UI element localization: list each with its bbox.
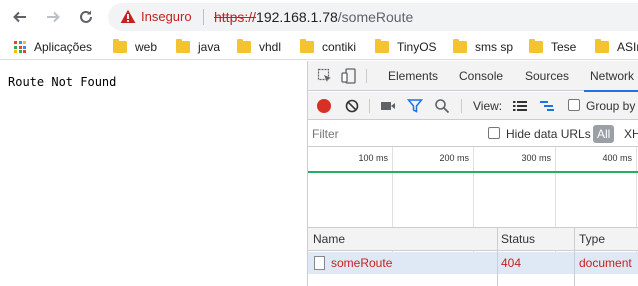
large-rows-icon[interactable]	[512, 98, 528, 114]
toolbar-divider	[461, 99, 462, 113]
folder-icon	[176, 39, 190, 53]
tab-sources[interactable]: Sources	[525, 61, 569, 91]
column-divider	[574, 274, 575, 286]
filter-icon[interactable]	[407, 98, 423, 114]
bookmark-contiki[interactable]: contiki	[300, 39, 356, 55]
bookmark-java[interactable]: java	[176, 39, 220, 55]
bookmark-label: TinyOS	[397, 40, 437, 54]
bookmarks-bar: Aplicações web java vhdl contiki TinyOS …	[0, 34, 638, 60]
reload-button[interactable]	[75, 6, 97, 28]
timeline-activity-bar	[308, 171, 638, 173]
bookmark-label: Aplicações	[34, 40, 93, 54]
reload-icon	[80, 10, 92, 23]
search-icon[interactable]	[434, 98, 450, 114]
timeline-tick-label: 400 ms	[602, 153, 632, 163]
bookmark-label: web	[135, 40, 158, 54]
tab-console[interactable]: Console	[459, 61, 503, 91]
warning-icon[interactable]	[120, 9, 136, 24]
requests-table-empty-area	[308, 274, 638, 286]
forward-button[interactable]	[42, 6, 64, 28]
column-header-type[interactable]: Type	[579, 232, 605, 246]
folder-icon	[375, 39, 389, 53]
bookmark-tinyos[interactable]: TinyOS	[375, 39, 437, 55]
page-viewport: Route Not Found	[0, 61, 307, 286]
column-divider[interactable]	[574, 228, 575, 252]
group-by-frame-checkbox[interactable]	[568, 99, 580, 111]
url-host: 192.168.1.78	[256, 9, 338, 25]
bookmark-label: vhdl	[259, 40, 282, 54]
video-camera-icon[interactable]	[380, 98, 396, 114]
table-row[interactable]: someRoute 404 document	[308, 252, 638, 274]
apps-grid-icon	[14, 41, 26, 53]
filter-input[interactable]	[312, 124, 472, 143]
bookmark-asir[interactable]: ASIr	[595, 39, 638, 55]
omnibox-divider	[203, 9, 204, 25]
hide-data-urls-checkbox[interactable]	[488, 127, 500, 139]
column-header-status[interactable]: Status	[501, 232, 535, 246]
page-body-text: Route Not Found	[8, 75, 117, 89]
column-divider[interactable]	[497, 228, 498, 252]
bookmark-label: java	[198, 40, 221, 54]
bookmark-web[interactable]: web	[113, 39, 157, 55]
filter-bar: Hide data URLs All XH	[308, 121, 638, 147]
filter-xhr-chip[interactable]: XH	[624, 127, 638, 141]
column-divider	[497, 252, 498, 274]
folder-icon	[529, 39, 543, 53]
bookmark-label: contiki	[322, 40, 357, 54]
folder-icon	[300, 39, 314, 53]
bookmark-label: Tese	[551, 40, 577, 54]
folder-icon	[113, 39, 127, 53]
tab-network[interactable]: Network	[583, 61, 638, 92]
group-by-label: Group by	[586, 99, 636, 113]
arrow-left-icon	[13, 11, 26, 23]
record-button[interactable]	[317, 99, 331, 113]
request-type: document	[579, 256, 632, 270]
devtools-panel: Elements Console Sources Network View: G…	[307, 61, 638, 286]
bookmark-label: sms sp	[475, 40, 514, 54]
timeline-tick-label: 300 ms	[521, 153, 551, 163]
tab-elements[interactable]: Elements	[388, 61, 438, 91]
view-label: View:	[473, 99, 503, 113]
column-header-name[interactable]: Name	[313, 232, 345, 246]
folder-icon	[453, 39, 467, 53]
folder-icon	[237, 39, 251, 53]
requests-table-header: Name Status Type	[308, 227, 638, 252]
bookmark-label: ASIr	[617, 40, 638, 54]
column-divider	[574, 252, 575, 274]
arrow-right-icon	[47, 11, 60, 23]
security-status-label[interactable]: Inseguro	[141, 9, 192, 24]
column-divider	[497, 274, 498, 286]
devtools-tab-bar: Elements Console Sources Network	[308, 61, 638, 92]
waterfall-icon[interactable]	[539, 98, 555, 114]
hide-data-urls-label: Hide data URLs	[506, 127, 591, 141]
back-button[interactable]	[9, 6, 31, 28]
request-name[interactable]: someRoute	[331, 256, 392, 270]
bookmark-vhdl[interactable]: vhdl	[237, 39, 281, 55]
url-text[interactable]: https://192.168.1.78/someRoute	[214, 9, 413, 25]
address-bar[interactable]: Inseguro https://192.168.1.78/someRoute	[108, 3, 638, 31]
inspect-element-icon[interactable]	[317, 68, 333, 84]
bookmark-apps[interactable]: Aplicações	[14, 39, 92, 55]
url-scheme: https://	[214, 9, 257, 25]
device-toolbar-icon[interactable]	[341, 68, 357, 84]
toolbar-divider	[366, 69, 367, 83]
network-controls: View: Group by	[308, 92, 638, 120]
timeline-tick-label: 100 ms	[358, 153, 388, 163]
toolbar-divider	[369, 99, 370, 113]
document-icon	[314, 256, 325, 270]
timeline-tick-label: 200 ms	[439, 153, 469, 163]
request-status: 404	[501, 256, 522, 270]
bookmark-sms-sp[interactable]: sms sp	[453, 39, 513, 55]
folder-icon	[595, 39, 609, 53]
browser-toolbar: Inseguro https://192.168.1.78/someRoute	[0, 0, 638, 34]
clear-icon[interactable]	[344, 98, 360, 114]
filter-all-chip[interactable]: All	[593, 125, 615, 143]
bookmark-tese[interactable]: Tese	[529, 39, 576, 55]
url-path: /someRoute	[337, 9, 414, 25]
